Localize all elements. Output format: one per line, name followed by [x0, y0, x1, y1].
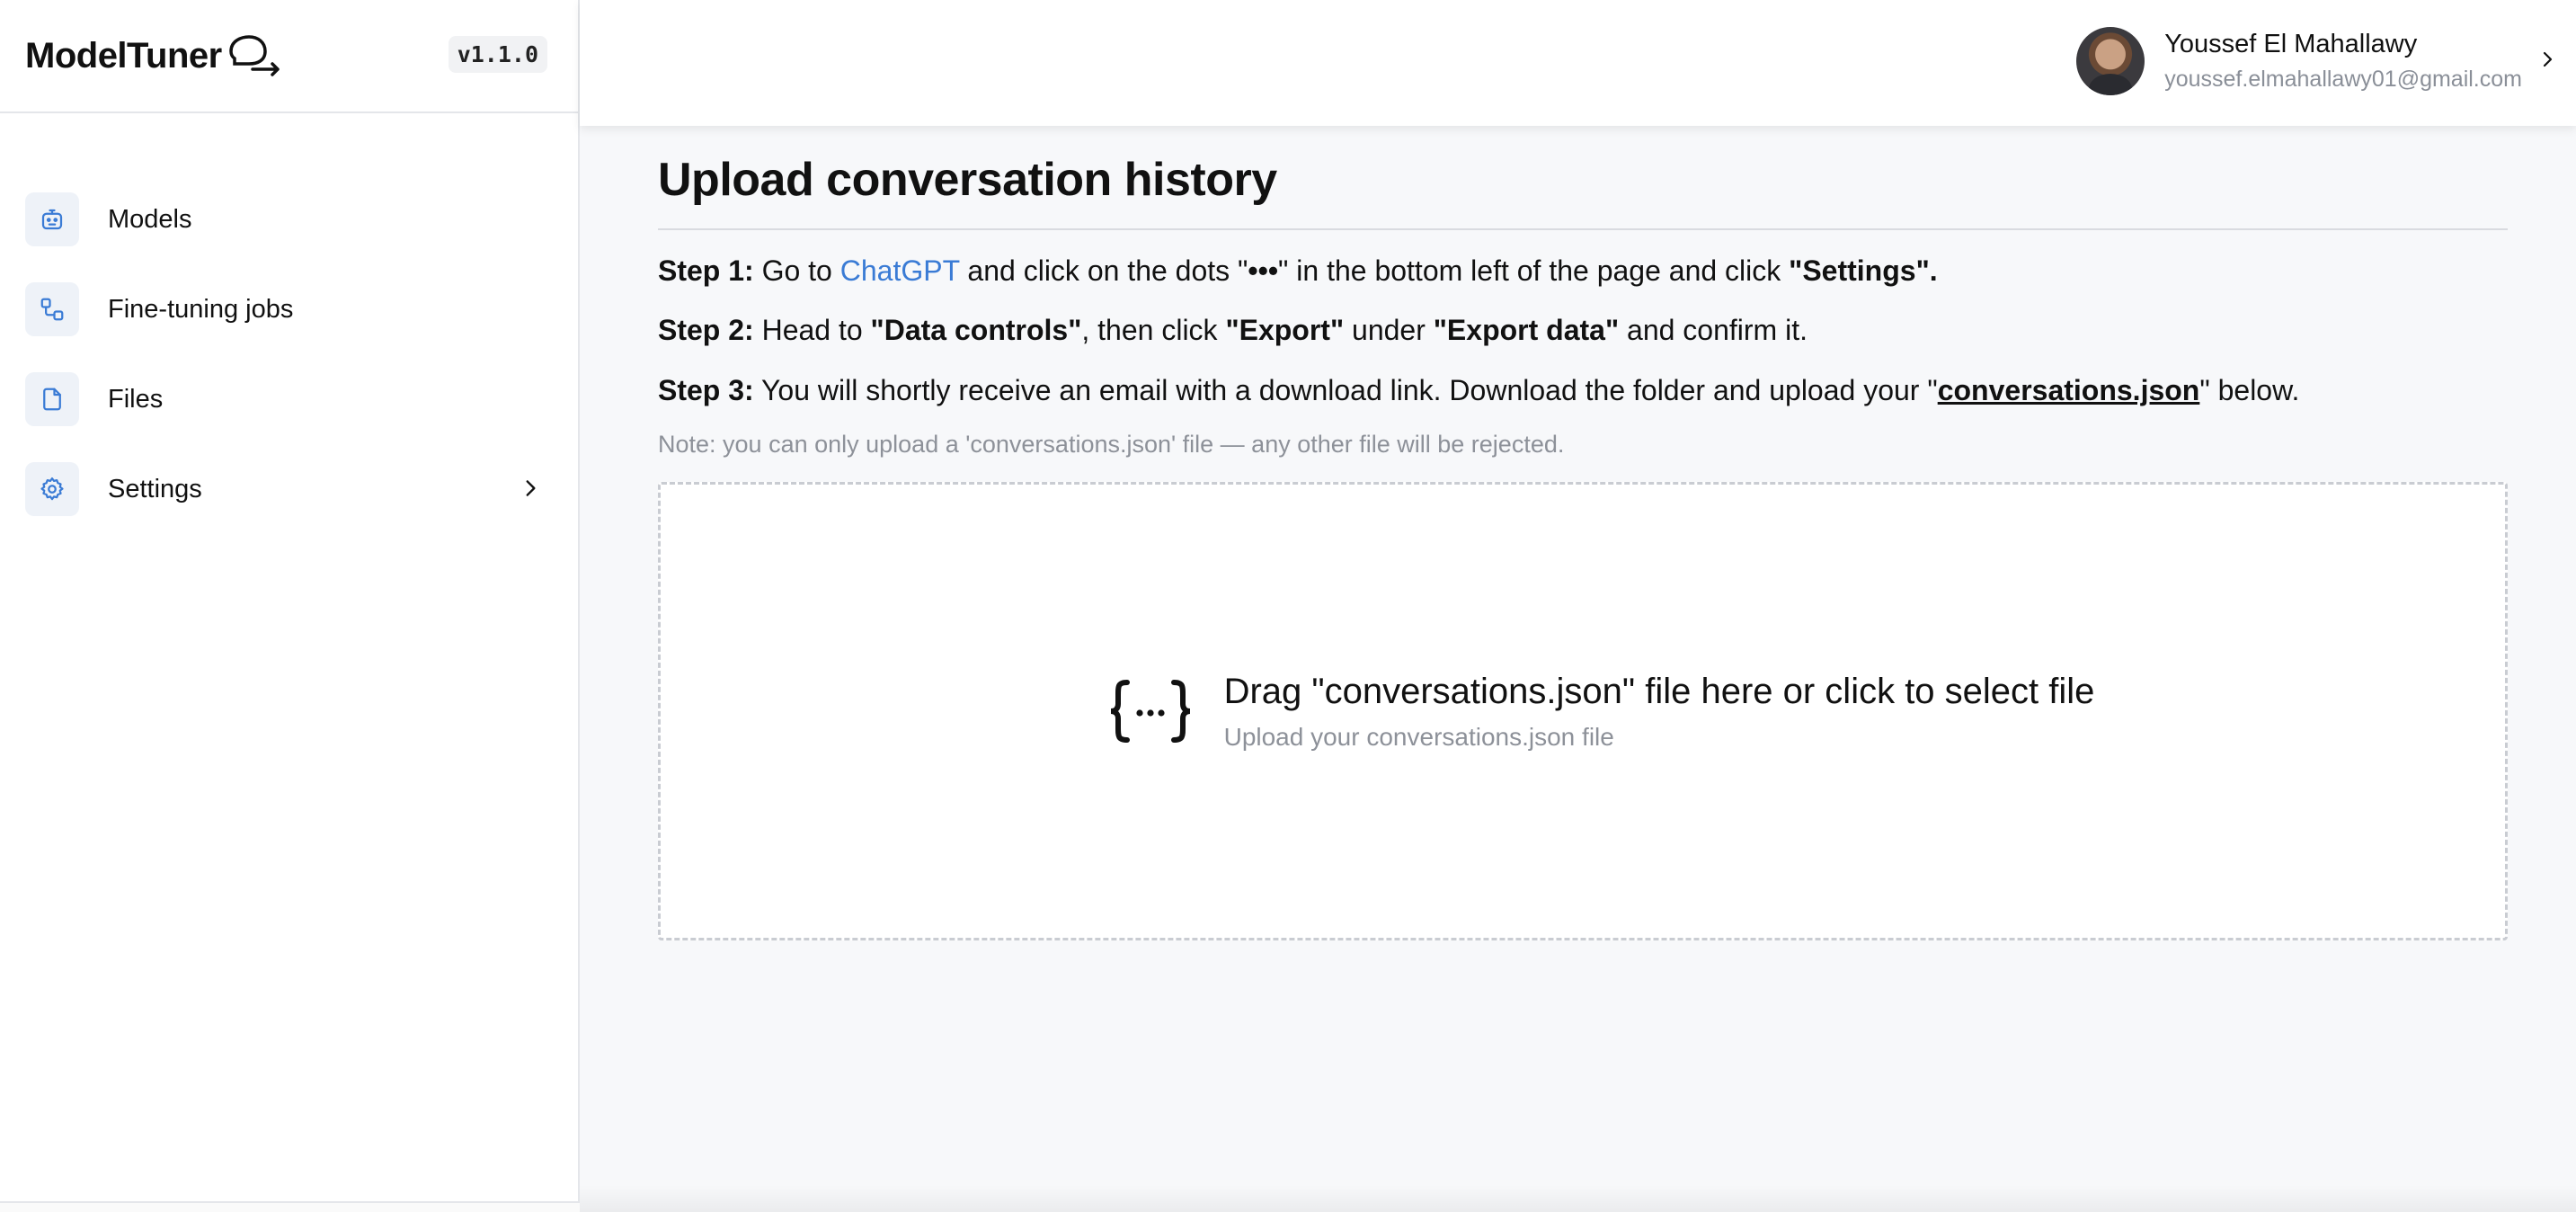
file-icon [25, 372, 79, 426]
file-dropzone[interactable]: Drag "conversations.json" file here or c… [658, 482, 2508, 941]
step-3: Step 3: You will shortly receive an emai… [658, 373, 2508, 407]
chevron-right-icon [2543, 51, 2553, 67]
sidebar-item-settings[interactable]: Settings [0, 444, 578, 534]
sidebar-item-label: Files [108, 384, 164, 414]
sidebar-item-files[interactable]: Files [0, 354, 578, 444]
bottom-shadow [580, 1185, 2576, 1212]
step-text: Go to [753, 254, 840, 287]
title-divider [658, 228, 2508, 230]
user-email: youssef.elmahallawy01@gmail.com [2164, 67, 2522, 92]
workflow-icon [25, 282, 79, 336]
upload-note: Note: you can only upload a 'conversatio… [658, 431, 1565, 459]
conversations-json-link[interactable]: conversations.json [1938, 374, 2200, 406]
dropzone-content: Drag "conversations.json" file here or c… [1107, 672, 2095, 752]
app-root: ModelTuner v1.1.0 Models Fine-tuning job… [0, 0, 2576, 1212]
step-1: Step 1: Go to ChatGPT and click on the d… [658, 254, 2508, 288]
dots-glyph: ••• [1248, 254, 1279, 287]
user-name: Youssef El Mahallawy [2164, 30, 2418, 58]
user-menu[interactable]: Youssef El Mahallawy youssef.elmahallawy… [2076, 25, 2576, 97]
version-badge: v1.1.0 [448, 36, 547, 73]
sidebar: ModelTuner v1.1.0 Models Fine-tuning job… [0, 0, 580, 1212]
chatgpt-link[interactable]: ChatGPT [840, 254, 960, 287]
sidebar-item-label: Models [108, 204, 192, 234]
step-text: and click on the dots " [959, 254, 1248, 287]
sidebar-item-models[interactable]: Models [0, 174, 578, 264]
sidebar-item-label: Settings [108, 474, 202, 504]
export-text: "Export" [1225, 314, 1345, 347]
avatar [2076, 27, 2145, 95]
sidebar-item-fine-tuning-jobs[interactable]: Fine-tuning jobs [0, 264, 578, 354]
dropzone-text: Drag "conversations.json" file here or c… [1224, 672, 2095, 752]
step-label: Step 2: [658, 314, 754, 347]
export-data-text: "Export data" [1433, 314, 1620, 347]
step-label: Step 1: [658, 254, 754, 287]
gear-icon [25, 462, 79, 516]
step-text: under [1344, 314, 1434, 347]
chevron-right-icon [526, 480, 536, 496]
brand-name: ModelTuner [25, 35, 222, 76]
user-info: Youssef El Mahallawy youssef.elmahallawy… [2164, 30, 2522, 93]
sidebar-item-label: Fine-tuning jobs [108, 294, 294, 324]
brand-header: ModelTuner v1.1.0 [0, 0, 578, 113]
chat-arrow-logo-icon [228, 35, 280, 76]
json-braces-icon [1110, 680, 1190, 744]
step-2: Step 2: Head to "Data controls", then cl… [658, 313, 2508, 347]
data-controls-text: "Data controls" [870, 314, 1082, 347]
step-text: , then click [1081, 314, 1226, 347]
step-label: Step 3: [658, 373, 754, 406]
settings-text: "Settings". [1789, 254, 1938, 287]
step-text: You will shortly receive an email with a… [753, 373, 1938, 406]
step-text: and confirm it. [1619, 314, 1808, 347]
dropzone-title: Drag "conversations.json" file here or c… [1223, 671, 2095, 711]
sidebar-footer [0, 1201, 580, 1212]
dropzone-subtitle: Upload your conversations.json file [1223, 722, 1614, 751]
main-content: Upload conversation history Step 1: Go t… [658, 153, 2508, 941]
page-title: Upload conversation history [658, 154, 1277, 206]
step-text: Head to [753, 314, 871, 347]
sidebar-nav: Models Fine-tuning jobs Files Settings [0, 113, 578, 534]
step-text: " in the bottom left of the page and cli… [1278, 254, 1790, 287]
top-header: Youssef El Mahallawy youssef.elmahallawy… [580, 0, 2576, 126]
step-text: " below. [2199, 373, 2300, 406]
robot-icon [25, 192, 79, 246]
